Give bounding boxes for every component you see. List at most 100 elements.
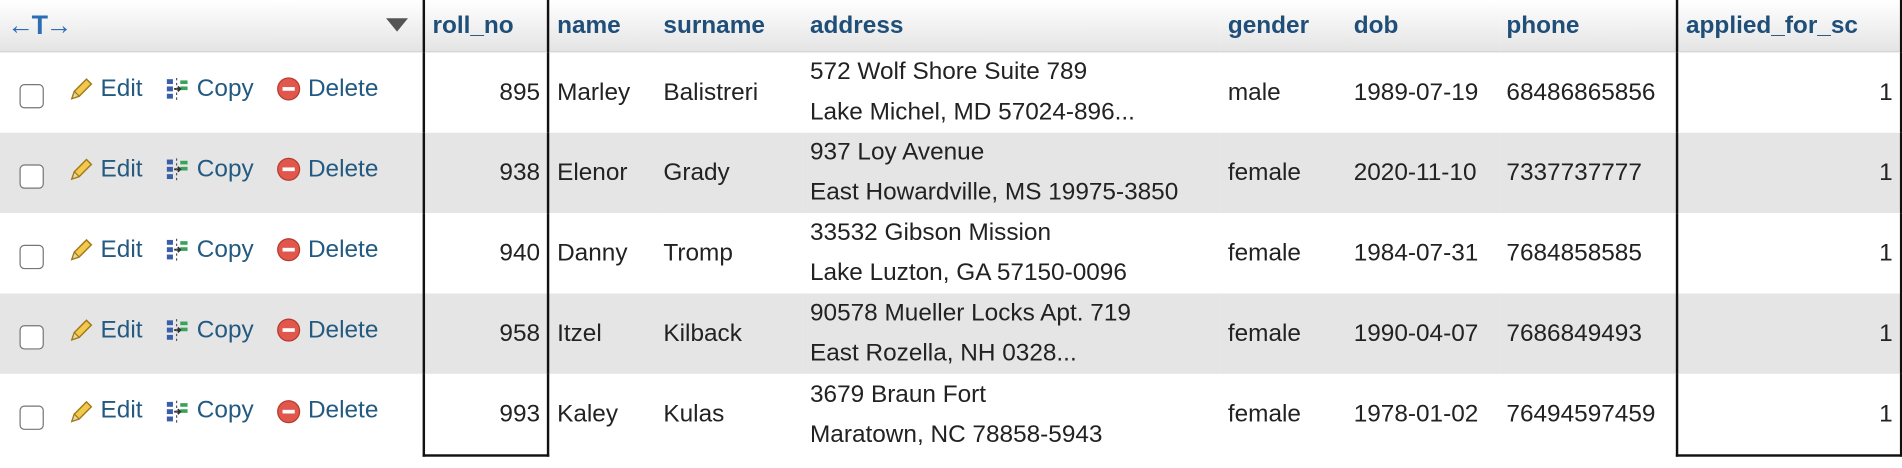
delete-label: Delete xyxy=(307,75,379,102)
copy-label: Copy xyxy=(196,235,254,263)
cell-dob[interactable]: 1989-07-19 xyxy=(1346,51,1500,133)
cell-gender[interactable]: female xyxy=(1220,132,1347,214)
edit-link[interactable]: Edit xyxy=(68,156,143,184)
cell-roll-no[interactable]: 938 xyxy=(422,132,550,214)
cell-address[interactable]: 572 Wolf Shore Suite 789 Lake Michel, MD… xyxy=(802,51,1221,133)
address-line-2: Lake Michel, MD 57024-896... xyxy=(809,98,1135,126)
cell-phone[interactable]: 68486865856 xyxy=(1499,51,1678,133)
row-checkbox[interactable] xyxy=(19,244,44,270)
column-header-address[interactable]: address xyxy=(802,0,1221,53)
cell-gender[interactable]: male xyxy=(1220,51,1347,133)
table-row: Edit Copy Delete xyxy=(0,213,1902,294)
edit-link[interactable]: Edit xyxy=(68,316,143,344)
edit-link[interactable]: Edit xyxy=(68,236,143,264)
cell-dob[interactable]: 1978-01-02 xyxy=(1346,373,1500,456)
column-header-roll-no[interactable]: roll_no xyxy=(422,0,550,53)
copy-link[interactable]: Copy xyxy=(164,316,254,344)
delete-icon xyxy=(276,399,301,423)
cell-roll-no[interactable]: 993 xyxy=(422,373,550,457)
cell-dob[interactable]: 1990-04-07 xyxy=(1346,293,1500,374)
table-row: Edit Copy Delete xyxy=(0,132,1902,214)
delete-link[interactable]: Delete xyxy=(275,236,378,264)
edit-link[interactable]: Edit xyxy=(68,397,143,425)
cell-gender[interactable]: female xyxy=(1220,373,1347,456)
cell-name[interactable]: Marley xyxy=(548,51,657,133)
delete-link[interactable]: Delete xyxy=(275,75,378,103)
edit-label: Edit xyxy=(100,235,143,263)
delete-label: Delete xyxy=(307,155,379,183)
copy-icon xyxy=(166,239,188,261)
dropdown-caret-icon[interactable] xyxy=(386,18,409,32)
row-checkbox[interactable] xyxy=(19,164,44,189)
delete-icon xyxy=(276,77,301,101)
cell-dob[interactable]: 2020-11-10 xyxy=(1346,132,1500,214)
cell-roll-no[interactable]: 895 xyxy=(422,51,550,133)
address-line-1: 3679 Braun Fort xyxy=(809,380,987,408)
edit-label: Edit xyxy=(100,155,143,183)
cell-address[interactable]: 33532 Gibson Mission Lake Luzton, GA 571… xyxy=(802,213,1221,294)
cell-surname[interactable]: Balistreri xyxy=(656,51,803,133)
column-header-gender[interactable]: gender xyxy=(1220,0,1347,53)
pencil-icon xyxy=(70,400,92,423)
cell-phone[interactable]: 76494597459 xyxy=(1499,373,1678,456)
results-table: ←T→ roll_no name surname address gender … xyxy=(0,0,1902,457)
cell-surname[interactable]: Kilback xyxy=(656,293,803,374)
table-row: Edit Copy Delete xyxy=(0,51,1902,133)
cell-phone[interactable]: 7684858585 xyxy=(1499,213,1678,294)
address-line-2: Lake Luzton, GA 57150-0096 xyxy=(809,259,1127,287)
delete-link[interactable]: Delete xyxy=(275,316,378,344)
header-row: ←T→ roll_no name surname address gender … xyxy=(0,0,1902,53)
cell-address[interactable]: 937 Loy Avenue East Howardville, MS 1997… xyxy=(802,132,1221,214)
address-line-1: 937 Loy Avenue xyxy=(809,138,985,166)
column-header-surname[interactable]: surname xyxy=(656,0,803,53)
edit-label: Edit xyxy=(100,75,143,102)
column-header-dob[interactable]: dob xyxy=(1346,0,1500,53)
cell-roll-no[interactable]: 940 xyxy=(422,213,550,294)
column-toggle-header[interactable]: ←T→ xyxy=(0,0,424,53)
copy-link[interactable]: Copy xyxy=(164,397,254,425)
copy-link[interactable]: Copy xyxy=(164,156,254,184)
copy-link[interactable]: Copy xyxy=(164,75,254,103)
delete-label: Delete xyxy=(307,316,379,344)
cell-surname[interactable]: Tromp xyxy=(656,213,803,294)
cell-applied-for-sc[interactable]: 1 xyxy=(1676,51,1902,133)
cell-gender[interactable]: female xyxy=(1220,213,1347,294)
cell-name[interactable]: Danny xyxy=(548,213,657,294)
edit-link[interactable]: Edit xyxy=(68,75,143,103)
cell-dob[interactable]: 1984-07-31 xyxy=(1346,213,1500,294)
cell-surname[interactable]: Kulas xyxy=(656,373,803,456)
address-line-2: East Howardville, MS 19975-3850 xyxy=(809,179,1179,206)
delete-link[interactable]: Delete xyxy=(275,397,378,425)
pencil-icon xyxy=(70,78,92,101)
row-actions-cell: Edit Copy Delete xyxy=(0,213,424,294)
copy-icon xyxy=(166,319,188,342)
address-line-1: 572 Wolf Shore Suite 789 xyxy=(809,58,1088,86)
column-header-phone[interactable]: phone xyxy=(1499,0,1678,53)
delete-link[interactable]: Delete xyxy=(275,156,378,184)
column-arrows-icon[interactable]: ←T→ xyxy=(7,10,72,40)
cell-applied-for-sc[interactable]: 1 xyxy=(1676,373,1902,457)
cell-surname[interactable]: Grady xyxy=(656,132,803,214)
cell-gender[interactable]: female xyxy=(1220,293,1347,374)
row-checkbox[interactable] xyxy=(19,83,44,109)
cell-address[interactable]: 90578 Mueller Locks Apt. 719 East Rozell… xyxy=(802,293,1221,374)
cell-phone[interactable]: 7337737777 xyxy=(1499,132,1678,214)
cell-name[interactable]: Kaley xyxy=(548,373,657,456)
pencil-icon xyxy=(70,239,92,261)
row-checkbox[interactable] xyxy=(19,406,44,431)
cell-roll-no[interactable]: 958 xyxy=(422,293,550,374)
address-line-2: East Rozella, NH 0328... xyxy=(809,339,1077,367)
cell-applied-for-sc[interactable]: 1 xyxy=(1676,213,1902,294)
copy-link[interactable]: Copy xyxy=(164,236,254,264)
column-header-name[interactable]: name xyxy=(548,0,657,53)
cell-address[interactable]: 3679 Braun Fort Maratown, NC 78858-5943 xyxy=(802,373,1221,456)
edit-label: Edit xyxy=(100,316,143,344)
cell-name[interactable]: Elenor xyxy=(548,132,657,214)
row-checkbox[interactable] xyxy=(19,325,44,350)
column-header-applied-for-sc[interactable]: applied_for_sc xyxy=(1676,0,1902,53)
cell-applied-for-sc[interactable]: 1 xyxy=(1676,132,1902,214)
cell-phone[interactable]: 7686849493 xyxy=(1499,293,1678,374)
cell-applied-for-sc[interactable]: 1 xyxy=(1676,293,1902,374)
delete-icon xyxy=(276,158,301,182)
cell-name[interactable]: Itzel xyxy=(548,293,657,374)
